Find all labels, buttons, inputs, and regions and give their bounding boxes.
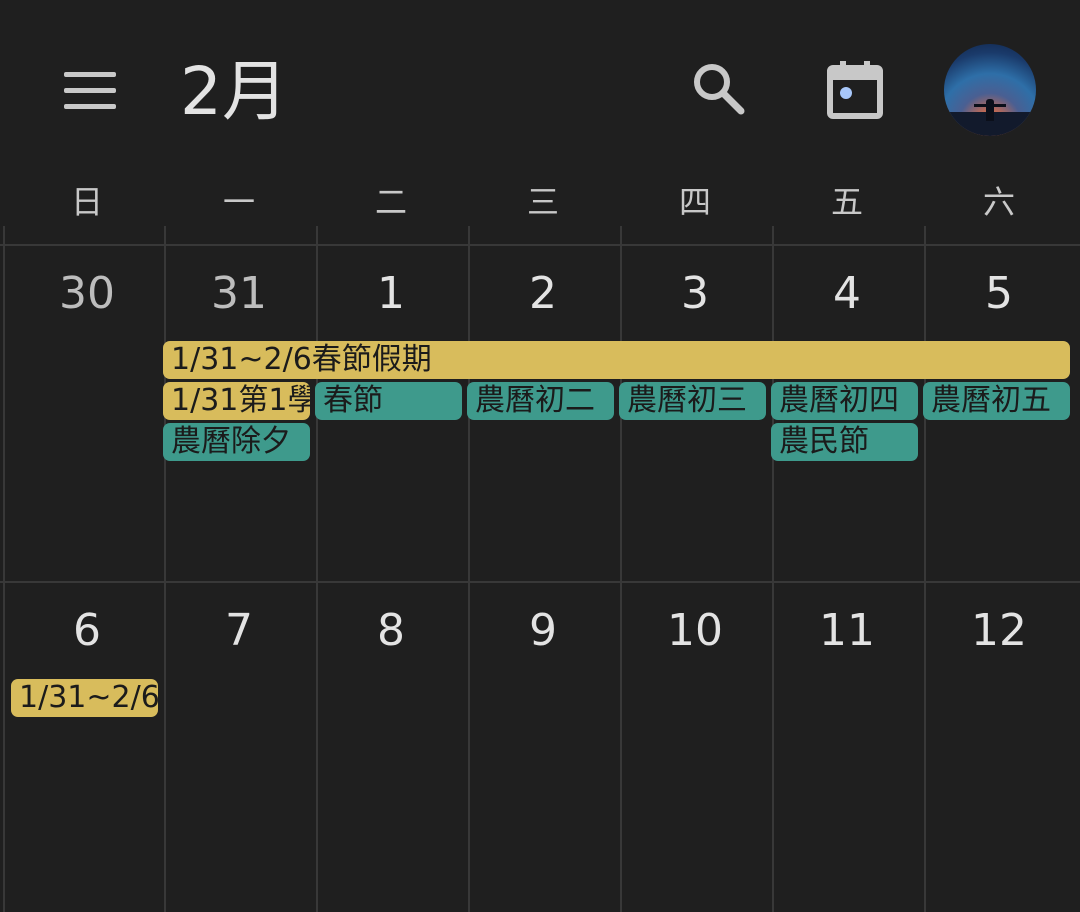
day-number[interactable]: 7 (163, 603, 315, 659)
menu-icon[interactable] (58, 66, 122, 116)
event-lunar-day5[interactable]: 農曆初五 (923, 382, 1070, 420)
day-number[interactable]: 6 (11, 603, 163, 659)
day-number[interactable]: 8 (315, 603, 467, 659)
avatar[interactable] (944, 44, 1036, 136)
top-app-bar: 2月 (0, 0, 1080, 170)
event-holiday-span[interactable]: 1/31~2/6春節假期 (163, 341, 1070, 379)
grid-line (924, 226, 926, 912)
day-number[interactable]: 3 (619, 266, 771, 322)
day-number[interactable]: 31 (163, 266, 315, 322)
event-spring-festival[interactable]: 春節 (315, 382, 462, 420)
day-number[interactable]: 5 (923, 266, 1075, 322)
event-lunar-day4[interactable]: 農曆初四 (771, 382, 918, 420)
event-lunar-day2[interactable]: 農曆初二 (467, 382, 614, 420)
event-holiday-span-continued[interactable]: 1/31~2/6 (11, 679, 158, 717)
event-new-year-eve[interactable]: 農曆除夕 (163, 423, 310, 461)
weekday-mon: 一 (222, 183, 255, 221)
day-number[interactable]: 4 (771, 266, 923, 322)
day-number[interactable]: 11 (771, 603, 923, 659)
grid-line (0, 581, 1080, 583)
day-number[interactable]: 10 (619, 603, 771, 659)
grid-line (3, 226, 5, 912)
grid-line (772, 226, 774, 912)
search-icon[interactable] (688, 58, 748, 118)
grid-line (164, 226, 166, 912)
grid-line (0, 244, 1080, 246)
event-lunar-day3[interactable]: 農曆初三 (619, 382, 766, 420)
event-farmers-day[interactable]: 農民節 (771, 423, 918, 461)
day-number[interactable]: 30 (11, 266, 163, 322)
day-number[interactable]: 9 (467, 603, 619, 659)
grid-line (468, 226, 470, 912)
weekday-sun: 日 (70, 183, 103, 221)
weekday-sat: 六 (982, 183, 1015, 221)
day-number[interactable]: 2 (467, 266, 619, 322)
event-school[interactable]: 1/31第1學 (163, 382, 310, 420)
calendar-today-icon[interactable] (824, 58, 886, 120)
weekday-tue: 二 (374, 183, 407, 221)
day-number[interactable]: 1 (315, 266, 467, 322)
day-number[interactable]: 12 (923, 603, 1075, 659)
grid-line (316, 226, 318, 912)
weekday-thu: 四 (678, 183, 711, 221)
weekday-wed: 三 (526, 183, 559, 221)
month-title[interactable]: 2月 (180, 50, 288, 134)
weekday-fri: 五 (830, 183, 863, 221)
grid-line (620, 226, 622, 912)
